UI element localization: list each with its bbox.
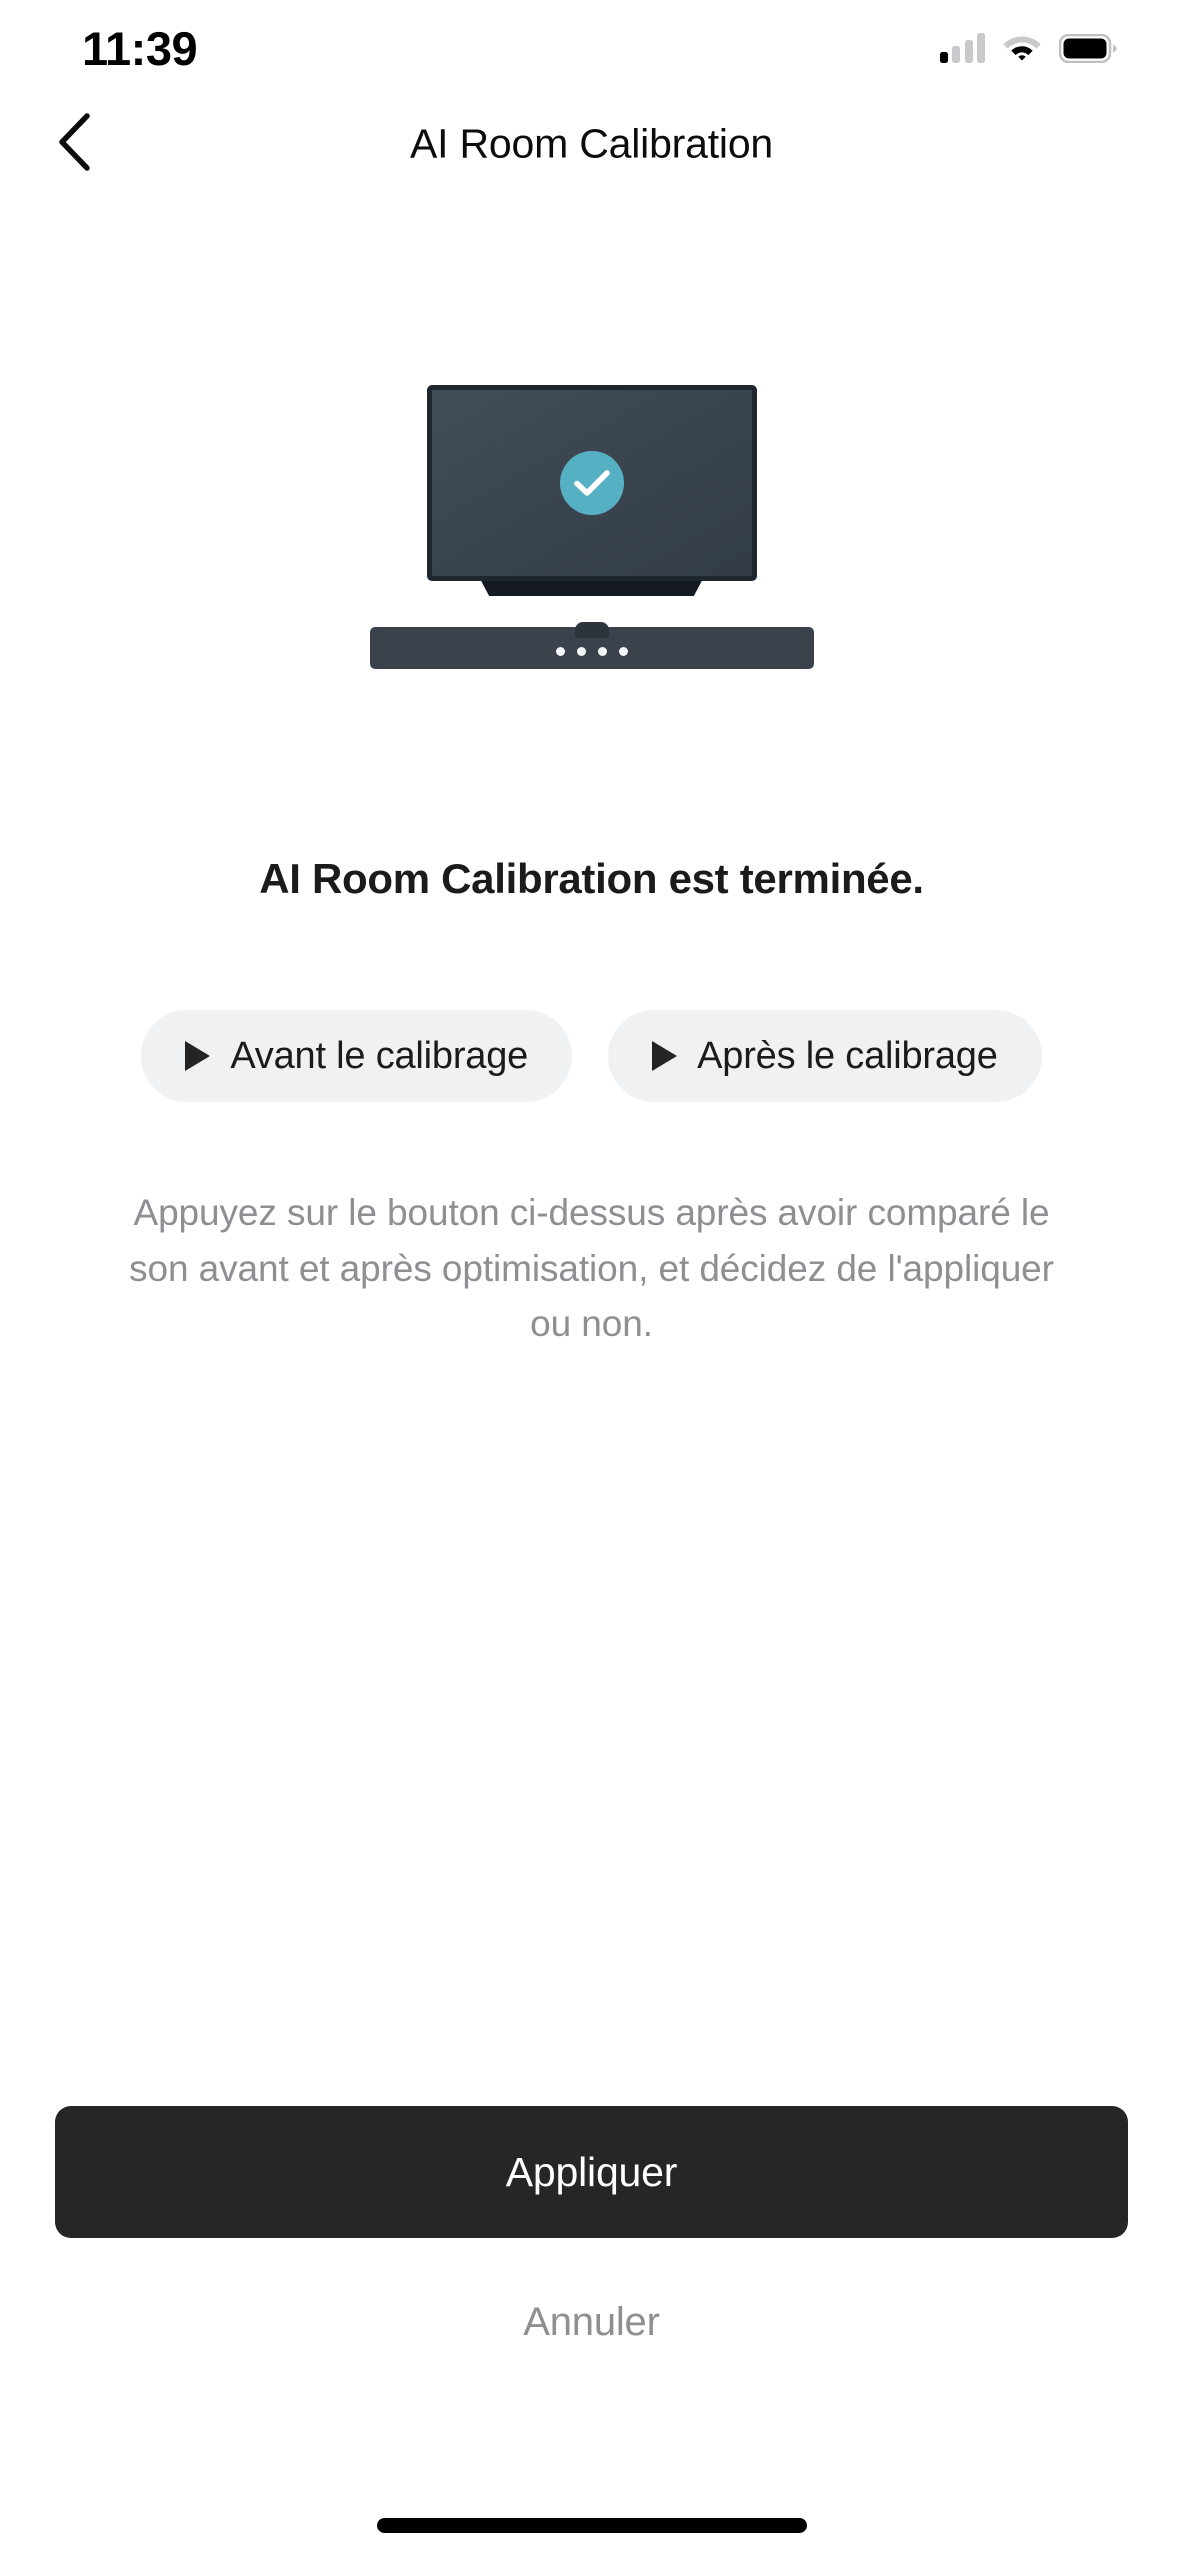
led-dot <box>555 647 565 656</box>
play-after-calibration-button[interactable]: Après le calibrage <box>608 1010 1042 1102</box>
play-icon <box>185 1041 211 1071</box>
calibration-illustration <box>0 385 1183 669</box>
instruction-text: Appuyez sur le bouton ci-dessus après av… <box>129 1192 1054 1344</box>
wifi-icon <box>1002 33 1042 63</box>
completion-headline: AI Room Calibration est terminée. <box>259 855 924 902</box>
led-dot <box>618 647 628 656</box>
battery-full-icon <box>1059 33 1117 63</box>
soundbar-illustration <box>369 627 814 669</box>
cellular-signal-icon <box>939 33 985 63</box>
soundbar-led-indicators <box>555 647 628 656</box>
button-label: Avant le calibrage <box>230 1034 529 1077</box>
television-illustration <box>426 385 757 596</box>
play-before-calibration-button[interactable]: Avant le calibrage <box>141 1010 573 1102</box>
page-title: AI Room Calibration <box>409 120 774 167</box>
play-icon <box>652 1041 678 1071</box>
led-dot <box>576 647 586 656</box>
status-bar: 11:39 <box>0 0 1183 96</box>
check-circle-icon <box>559 451 624 515</box>
navigation-bar: AI Room Calibration <box>0 96 1183 192</box>
tv-screen <box>426 385 757 581</box>
status-bar-indicators <box>939 33 1118 63</box>
led-dot <box>597 647 607 656</box>
apply-button[interactable]: Appliquer <box>55 2106 1128 2238</box>
comparison-buttons: Avant le calibrage Après le calibrage <box>0 1010 1183 1102</box>
status-bar-time: 11:39 <box>82 21 198 75</box>
home-indicator[interactable] <box>376 2518 807 2533</box>
cancel-button[interactable]: Annuler <box>0 2300 1183 2345</box>
button-label: Après le calibrage <box>697 1034 998 1077</box>
